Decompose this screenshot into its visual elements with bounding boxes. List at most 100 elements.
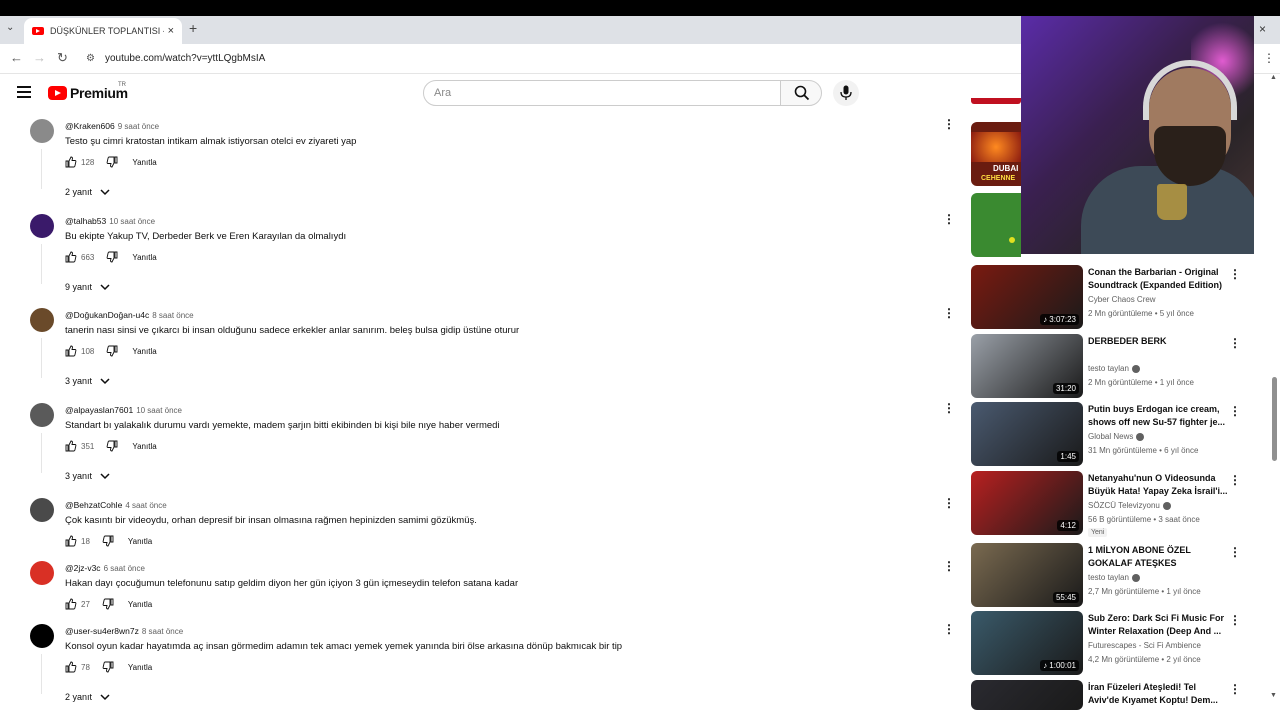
- replies-toggle[interactable]: 2 yanıt: [65, 692, 110, 702]
- partial-thumbnail[interactable]: DUBAI CEHENNE: [971, 122, 1021, 186]
- comment-time[interactable]: 10 saat önce: [109, 217, 155, 226]
- avatar[interactable]: [30, 403, 54, 427]
- video-thumbnail[interactable]: ♪ 3:07:23: [971, 265, 1083, 329]
- video-title[interactable]: Netanyahu'nun O Videosunda Büyük Hata! Y…: [1088, 472, 1228, 498]
- video-title[interactable]: Conan the Barbarian - Original Soundtrac…: [1088, 266, 1228, 292]
- channel-name[interactable]: Cyber Chaos Crew: [1088, 295, 1156, 304]
- comment-time[interactable]: 4 saat önce: [125, 501, 166, 510]
- back-arrow-icon[interactable]: ←: [10, 50, 23, 65]
- replies-toggle[interactable]: 2 yanıt: [65, 187, 110, 197]
- menu-icon[interactable]: [17, 86, 31, 101]
- like-icon[interactable]: [65, 251, 77, 263]
- more-options-icon[interactable]: ⋮: [1229, 682, 1241, 696]
- partial-thumbnail[interactable]: [971, 98, 1021, 104]
- comment-time[interactable]: 9 saat önce: [118, 122, 159, 131]
- dislike-icon[interactable]: [102, 598, 114, 610]
- video-thumbnail[interactable]: ♪ 1:00:01: [971, 611, 1083, 675]
- video-title[interactable]: 1 MİLYON ABONE ÖZEL GOKALAF ATEŞKES: [1088, 544, 1228, 570]
- dislike-icon[interactable]: [106, 440, 118, 452]
- channel-name[interactable]: testo taylan: [1088, 364, 1140, 373]
- comment-author[interactable]: @Kraken606: [65, 121, 115, 131]
- video-thumbnail[interactable]: 31:20: [971, 334, 1083, 398]
- comment-author[interactable]: @2jz-v3c: [65, 563, 101, 573]
- video-title[interactable]: Sub Zero: Dark Sci Fi Music For Winter R…: [1088, 612, 1228, 638]
- recommendation-item[interactable]: ♪ 3:07:23 Conan the Barbarian - Original …: [971, 265, 1246, 329]
- youtube-logo[interactable]: Premium: [48, 85, 128, 101]
- reply-button[interactable]: Yanıtla: [132, 253, 156, 262]
- reply-button[interactable]: Yanıtla: [128, 537, 152, 546]
- search-input[interactable]: Ara: [423, 80, 781, 106]
- more-options-icon[interactable]: ⋮: [1229, 404, 1241, 418]
- window-close-button[interactable]: ×: [1259, 22, 1266, 36]
- video-title[interactable]: İran Füzeleri Ateşledi! Tel Aviv'de Kıya…: [1088, 681, 1228, 707]
- dislike-icon[interactable]: [102, 535, 114, 547]
- tab-close-icon[interactable]: ×: [168, 25, 174, 37]
- dislike-icon[interactable]: [106, 345, 118, 357]
- video-thumbnail[interactable]: 1:45: [971, 402, 1083, 466]
- avatar[interactable]: [30, 561, 54, 585]
- more-options-icon[interactable]: ⋮: [943, 117, 955, 131]
- new-tab-button[interactable]: +: [189, 20, 197, 36]
- video-title[interactable]: Putin buys Erdogan ice cream, shows off …: [1088, 403, 1228, 429]
- avatar[interactable]: [30, 624, 54, 648]
- forward-arrow-icon[interactable]: →: [33, 50, 46, 65]
- replies-toggle[interactable]: 3 yanıt: [65, 376, 110, 386]
- comment-author[interactable]: @alpayaslan7601: [65, 405, 133, 415]
- more-options-icon[interactable]: ⋮: [1229, 336, 1241, 350]
- dislike-icon[interactable]: [102, 661, 114, 673]
- channel-name[interactable]: Global News: [1088, 432, 1145, 441]
- search-button[interactable]: [780, 80, 822, 106]
- reply-button[interactable]: Yanıtla: [132, 442, 156, 451]
- avatar[interactable]: [30, 308, 54, 332]
- more-options-icon[interactable]: ⋮: [1229, 267, 1241, 281]
- comment-author[interactable]: @talhab53: [65, 216, 106, 226]
- more-options-icon[interactable]: ⋮: [943, 401, 955, 415]
- avatar[interactable]: [30, 214, 54, 238]
- comment-author[interactable]: @user-su4er8wn7z: [65, 626, 139, 636]
- reply-button[interactable]: Yanıtla: [128, 663, 152, 672]
- more-options-icon[interactable]: ⋮: [943, 212, 955, 226]
- video-thumbnail[interactable]: [971, 680, 1083, 710]
- like-icon[interactable]: [65, 156, 77, 168]
- dislike-icon[interactable]: [106, 251, 118, 263]
- like-icon[interactable]: [65, 598, 77, 610]
- comment-author[interactable]: @BehzatCohle: [65, 500, 122, 510]
- site-info-icon[interactable]: ⚙: [86, 53, 95, 64]
- browser-menu-icon[interactable]: ⋮: [1263, 51, 1275, 65]
- video-thumbnail[interactable]: 4:12: [971, 471, 1083, 535]
- scrollbar-thumb[interactable]: [1272, 377, 1277, 461]
- dislike-icon[interactable]: [106, 156, 118, 168]
- comment-time[interactable]: 8 saat önce: [152, 311, 193, 320]
- reply-button[interactable]: Yanıtla: [132, 347, 156, 356]
- channel-name[interactable]: SÖZCÜ Televizyonu: [1088, 501, 1171, 510]
- like-icon[interactable]: [65, 440, 77, 452]
- reply-button[interactable]: Yanıtla: [132, 158, 156, 167]
- recommendation-item[interactable]: 4:12 Netanyahu'nun O Videosunda Büyük Hat…: [971, 471, 1246, 537]
- comment-time[interactable]: 8 saat önce: [142, 627, 183, 636]
- recommendation-item[interactable]: 55:45 1 MİLYON ABONE ÖZEL GOKALAF ATEŞKES…: [971, 543, 1246, 607]
- comment-author[interactable]: @DoğukanDoğan-u4c: [65, 310, 149, 320]
- recommendation-item[interactable]: 31:20 DERBEDER BERK testo taylan 2 Mn görün…: [971, 334, 1246, 398]
- scroll-down-icon[interactable]: ▼: [1270, 692, 1277, 699]
- partial-thumbnail[interactable]: [971, 193, 1021, 257]
- replies-toggle[interactable]: 3 yanıt: [65, 471, 110, 481]
- voice-search-button[interactable]: [833, 80, 859, 106]
- video-thumbnail[interactable]: 55:45: [971, 543, 1083, 607]
- reload-icon[interactable]: ↻: [57, 50, 68, 66]
- more-options-icon[interactable]: ⋮: [1229, 473, 1241, 487]
- more-options-icon[interactable]: ⋮: [943, 496, 955, 510]
- more-options-icon[interactable]: ⋮: [1229, 613, 1241, 627]
- more-options-icon[interactable]: ⋮: [943, 622, 955, 636]
- more-options-icon[interactable]: ⋮: [943, 559, 955, 573]
- comment-time[interactable]: 6 saat önce: [104, 564, 145, 573]
- like-icon[interactable]: [65, 345, 77, 357]
- avatar[interactable]: [30, 498, 54, 522]
- comment-time[interactable]: 10 saat önce: [136, 406, 182, 415]
- tab-search-chevron-icon[interactable]: ⌄: [6, 22, 14, 33]
- like-icon[interactable]: [65, 535, 77, 547]
- like-icon[interactable]: [65, 661, 77, 673]
- replies-toggle[interactable]: 9 yanıt: [65, 282, 110, 292]
- recommendation-item[interactable]: ♪ 1:00:01 Sub Zero: Dark Sci Fi Music For…: [971, 611, 1246, 675]
- more-options-icon[interactable]: ⋮: [1229, 545, 1241, 559]
- avatar[interactable]: [30, 119, 54, 143]
